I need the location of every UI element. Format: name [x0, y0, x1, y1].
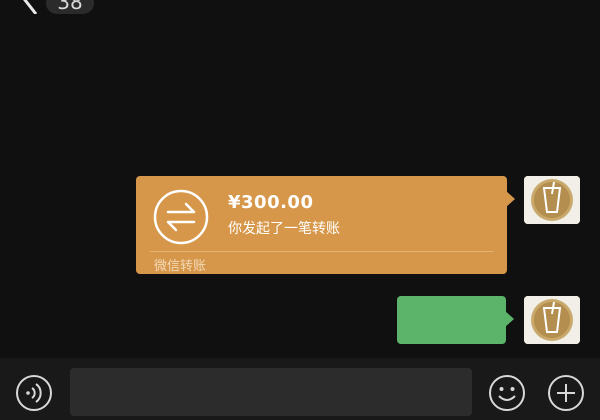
avatar[interactable] [524, 296, 580, 344]
avatar-image [524, 296, 580, 344]
transfer-bubble-tail [505, 190, 515, 208]
transfer-description: 你发起了一笔转账 [228, 221, 340, 237]
transfer-arrows-icon [153, 189, 209, 245]
card-divider [150, 251, 493, 252]
message-input-bar [0, 358, 600, 420]
chat-header: 38 [0, 0, 600, 20]
avatar-image [524, 176, 580, 224]
transfer-footer-label: 微信转账 [154, 259, 207, 274]
more-dots-icon[interactable] [545, 0, 579, 6]
message-input[interactable] [70, 368, 472, 416]
outgoing-bubble-tail [505, 311, 514, 327]
plus-icon[interactable] [547, 374, 585, 412]
transfer-amount: ¥300.00 [228, 192, 314, 213]
avatar[interactable] [524, 176, 580, 224]
transfer-message-card[interactable]: ¥300.00 你发起了一笔转账 微信转账 [136, 176, 507, 274]
emoji-icon[interactable] [488, 374, 526, 412]
voice-icon[interactable] [15, 374, 53, 412]
unread-count-badge[interactable]: 38 [46, 0, 94, 14]
chevron-left-icon[interactable] [18, 0, 42, 14]
outgoing-text-bubble[interactable] [397, 296, 506, 344]
